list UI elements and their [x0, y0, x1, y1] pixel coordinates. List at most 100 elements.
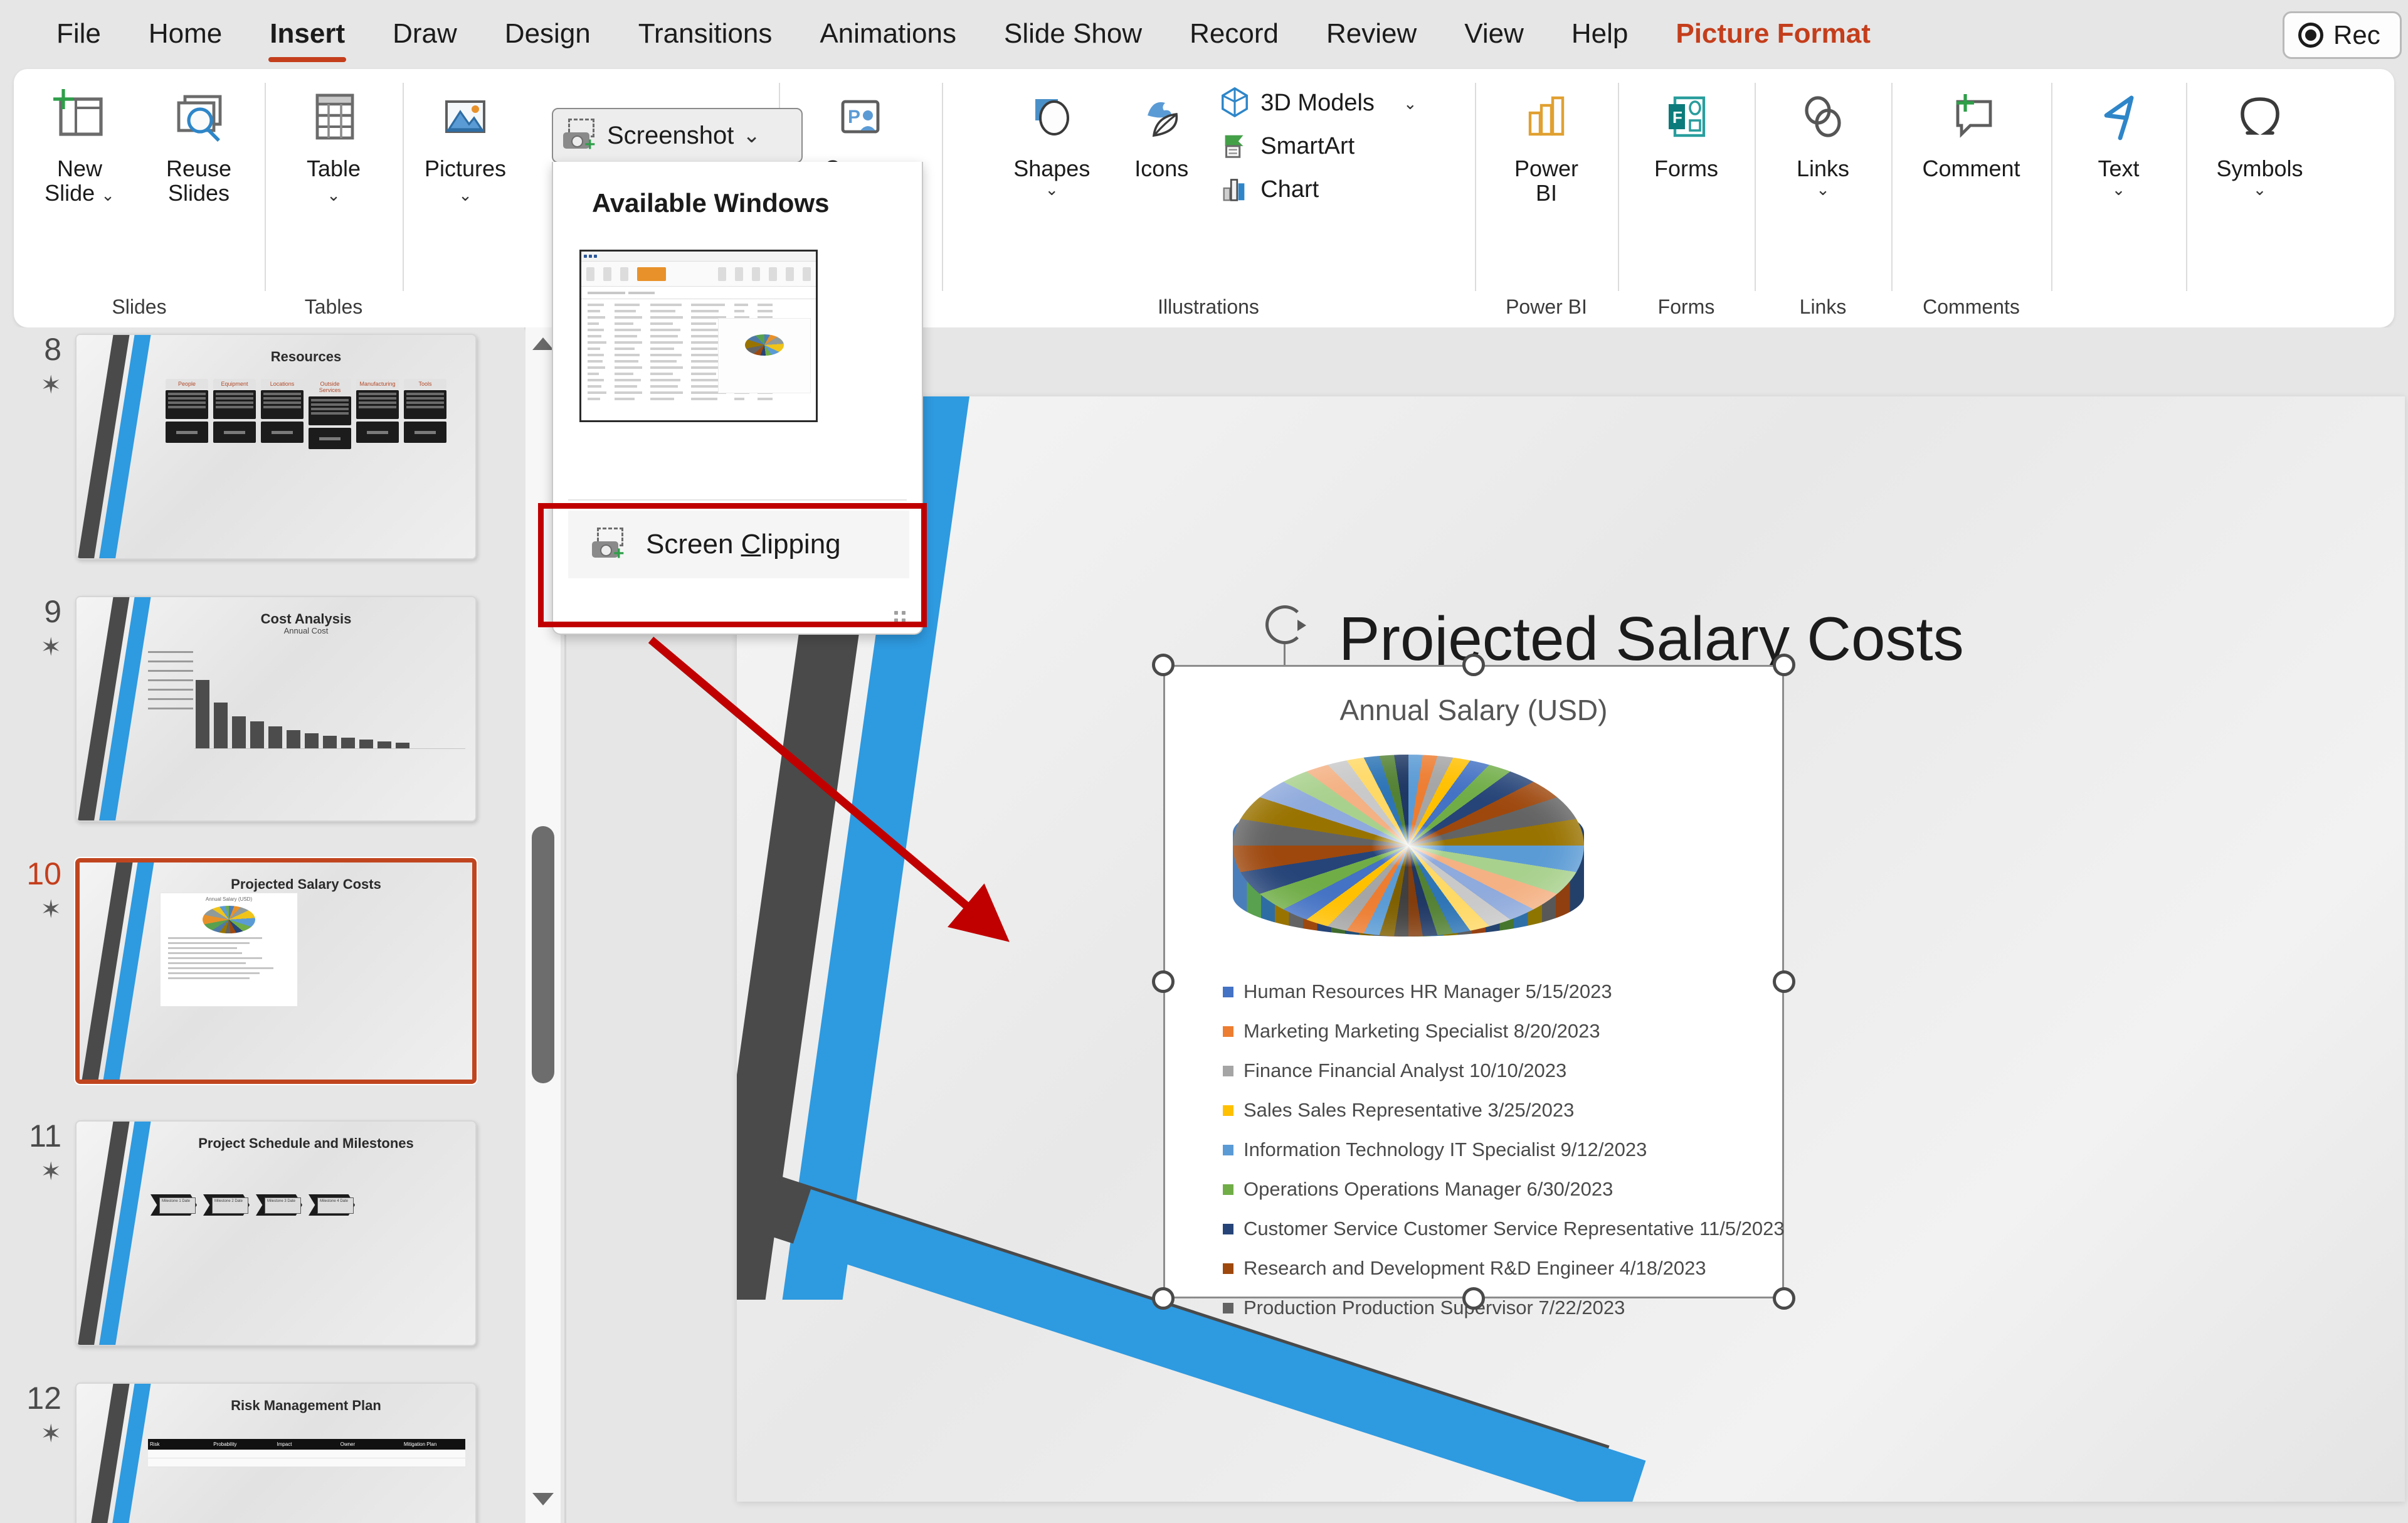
- chart-icon: [1219, 172, 1250, 207]
- legend-swatch: [1223, 986, 1233, 997]
- thumbnail-subtitle-9: Annual Cost: [283, 626, 329, 635]
- new-slide-button[interactable]: New Slide ⌄: [20, 78, 139, 206]
- tab-help[interactable]: Help: [1553, 9, 1647, 58]
- legend-item: Finance Financial Analyst 10/10/2023: [1223, 1059, 1770, 1082]
- cameo-icon: P: [830, 84, 890, 152]
- thumbnail-row-8[interactable]: 8 ✶ Resources People Equipment Locations…: [0, 334, 524, 560]
- group-label-links: Links: [1799, 295, 1847, 318]
- selection-handle-top-right[interactable]: [1773, 654, 1795, 676]
- legend-swatch: [1223, 1302, 1233, 1313]
- legend-swatch: [1223, 1263, 1233, 1274]
- resource-card: Equipment: [213, 379, 256, 449]
- thumbnail-legend: [161, 937, 297, 979]
- legend-label: Marketing Marketing Specialist 8/20/2023: [1244, 1020, 1600, 1042]
- tab-slide-show[interactable]: Slide Show: [985, 9, 1161, 58]
- selected-chart-object[interactable]: Annual Salary (USD) Human Resources HR M…: [1163, 665, 1785, 1319]
- tab-view[interactable]: View: [1445, 9, 1543, 58]
- legend-item: Human Resources HR Manager 5/15/2023: [1223, 980, 1770, 1003]
- thumbnail-row-9[interactable]: 9 ✶ Cost Analysis Annual Cost: [0, 596, 524, 822]
- chevron-down-icon: ⌄: [1403, 93, 1417, 113]
- slide-thumbnail-10[interactable]: Projected Salary Costs Annual Salary (US…: [75, 858, 477, 1084]
- shapes-button[interactable]: Shapes ⌄: [992, 78, 1111, 198]
- scroll-down-arrow-icon[interactable]: [532, 1493, 554, 1505]
- selection-handle-bottom-left[interactable]: [1152, 1287, 1175, 1310]
- animation-star-icon: ✶: [40, 896, 61, 923]
- selection-handle-middle-left[interactable]: [1152, 970, 1175, 993]
- thumbnail-chart-object: Annual Salary (USD): [160, 893, 298, 1007]
- group-label-powerbi: Power BI: [1506, 295, 1587, 318]
- chevron-down-icon: ⌄: [1816, 179, 1830, 199]
- icons-label: Icons: [1134, 156, 1189, 181]
- tab-file[interactable]: File: [38, 9, 120, 58]
- tab-design[interactable]: Design: [486, 9, 610, 58]
- new-slide-icon: [48, 84, 111, 152]
- chart-label: Chart: [1260, 176, 1319, 203]
- power-bi-label: Power BI: [1514, 156, 1579, 206]
- selection-handle-top-left[interactable]: [1152, 654, 1175, 676]
- thumbnail-title-11: Project Schedule and Milestones: [198, 1135, 414, 1151]
- tab-home[interactable]: Home: [130, 9, 241, 58]
- scrollbar-thumb[interactable]: [532, 826, 554, 1083]
- record-icon: [2298, 23, 2323, 48]
- symbols-button[interactable]: Symbols ⌄: [2200, 78, 2320, 198]
- tab-animations[interactable]: Animations: [801, 9, 975, 58]
- tab-picture-format[interactable]: Picture Format: [1657, 9, 1889, 58]
- slide-thumbnail-12[interactable]: Risk Management Plan Risk Probability Im…: [75, 1382, 477, 1523]
- forms-icon: F: [1656, 84, 1716, 152]
- legend-item: Sales Sales Representative 3/25/2023: [1223, 1099, 1770, 1122]
- screenshot-dropdown-menu: Available Windows + Screen Clipping: [552, 162, 923, 635]
- slide-thumbnail-8[interactable]: Resources People Equipment Locations Out…: [75, 334, 477, 560]
- thumbnail-title-12: Risk Management Plan: [231, 1398, 381, 1413]
- icons-button[interactable]: Icons: [1111, 78, 1212, 181]
- tab-draw[interactable]: Draw: [374, 9, 476, 58]
- slide-title[interactable]: Projected Salary Costs: [1339, 603, 1964, 674]
- forms-button[interactable]: F Forms: [1627, 78, 1746, 181]
- selection-handle-middle-right[interactable]: [1773, 970, 1795, 993]
- thumbnail-row-12[interactable]: 12 ✶ Risk Management Plan Risk Probabili…: [0, 1382, 524, 1523]
- legend-item: Marketing Marketing Specialist 8/20/2023: [1223, 1020, 1770, 1043]
- scroll-up-arrow-icon[interactable]: [532, 337, 554, 350]
- rotate-handle-icon[interactable]: [1265, 605, 1306, 644]
- group-label-slides: Slides: [112, 295, 167, 318]
- screen-clipping-menu-item[interactable]: + Screen Clipping: [568, 511, 909, 578]
- ribbon: New Slide ⌄ Reuse Slides Slides Table ⌄ …: [14, 69, 2394, 327]
- smartart-button[interactable]: SmartArt: [1212, 125, 1424, 168]
- selection-handle-top-center[interactable]: [1462, 654, 1485, 676]
- tab-insert[interactable]: Insert: [251, 9, 364, 62]
- record-button[interactable]: Rec: [2283, 11, 2402, 59]
- tab-review[interactable]: Review: [1307, 9, 1435, 58]
- legend-swatch: [1223, 1026, 1233, 1037]
- tab-transitions[interactable]: Transitions: [620, 9, 791, 58]
- comment-button[interactable]: Comment: [1912, 78, 2031, 181]
- ribbon-tab-strip: File Home Insert Draw Design Transitions…: [0, 0, 2408, 68]
- legend-swatch: [1223, 1065, 1233, 1076]
- shapes-icon: [1022, 84, 1082, 152]
- selection-handle-bottom-right[interactable]: [1773, 1287, 1795, 1310]
- pie-chart-3d[interactable]: [1233, 755, 1584, 937]
- slide-thumbnail-11[interactable]: Project Schedule and Milestones Mileston…: [75, 1120, 477, 1346]
- animation-star-icon: ✶: [40, 371, 61, 399]
- screenshot-button[interactable]: + Screenshot ⌄: [552, 108, 803, 163]
- available-window-thumbnail[interactable]: [579, 250, 818, 422]
- thumbnail-row-10[interactable]: 10 ✶ Projected Salary Costs Annual Salar…: [0, 858, 524, 1084]
- text-button[interactable]: Text ⌄: [2059, 78, 2178, 198]
- legend-label: Information Technology IT Specialist 9/1…: [1244, 1138, 1647, 1160]
- slide-thumbnail-9[interactable]: Cost Analysis Annual Cost: [75, 596, 477, 822]
- ribbon-group-slides: New Slide ⌄ Reuse Slides Slides: [14, 69, 265, 327]
- reuse-slides-button[interactable]: Reuse Slides: [139, 78, 258, 206]
- legend-item: Information Technology IT Specialist 9/1…: [1223, 1138, 1770, 1161]
- resource-card: People: [166, 379, 208, 449]
- tab-record[interactable]: Record: [1171, 9, 1297, 58]
- links-button[interactable]: Links ⌄: [1763, 78, 1883, 198]
- 3d-models-label: 3D Models: [1260, 90, 1375, 116]
- 3d-models-button[interactable]: 3D Models ⌄: [1212, 82, 1424, 125]
- power-bi-button[interactable]: Power BI: [1487, 78, 1606, 206]
- chart-button[interactable]: Chart: [1212, 168, 1424, 211]
- legend-swatch: [1223, 1105, 1233, 1116]
- new-slide-label: New Slide ⌄: [45, 156, 115, 206]
- selection-handle-bottom-center[interactable]: [1462, 1287, 1485, 1310]
- slide-thumbnail-pane[interactable]: 8 ✶ Resources People Equipment Locations…: [0, 327, 524, 1523]
- table-button[interactable]: Table ⌄: [274, 78, 393, 206]
- pictures-button[interactable]: Pictures ⌄: [406, 78, 525, 206]
- thumbnail-row-11[interactable]: 11 ✶ Project Schedule and Milestones Mil…: [0, 1120, 524, 1346]
